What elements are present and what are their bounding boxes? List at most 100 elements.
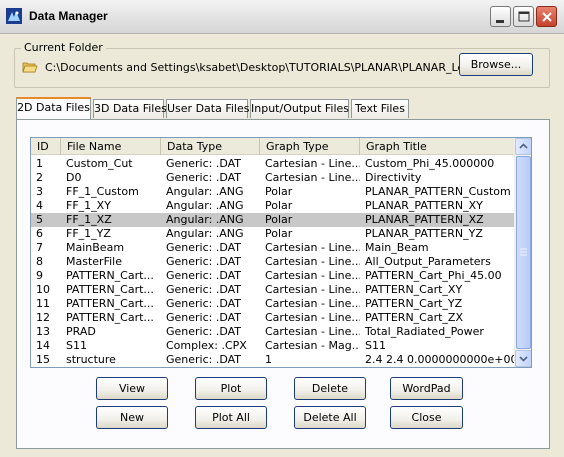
table-cell: 11 — [36, 297, 50, 310]
close-button[interactable]: Close — [390, 406, 463, 429]
plot-button[interactable]: Plot — [195, 377, 267, 400]
table-row[interactable]: 3 FF_1_Custom Angular: .ANG Polar PLANAR_PAT… — [31, 185, 515, 199]
table-cell: PATTERN_Cart_ZX — [365, 311, 463, 324]
vertical-scrollbar[interactable] — [514, 138, 531, 367]
wordpad-button[interactable]: WordPad — [390, 377, 463, 400]
table-cell: 12 — [36, 311, 50, 324]
plot-all-button[interactable]: Plot All — [195, 406, 267, 429]
table-cell: FF_1_XZ — [66, 213, 112, 226]
maximize-icon — [518, 11, 530, 22]
column-header-data-type[interactable]: Data Type — [161, 138, 260, 155]
table-cell: Angular: .ANG — [166, 227, 244, 240]
table-cell: Generic: .DAT — [166, 353, 242, 366]
table-cell: Cartesian - Line... — [265, 255, 360, 268]
table-cell: PATTERN_Cart... — [66, 297, 154, 310]
table-row[interactable]: 2 D0 Generic: .DAT Cartesian - Line... Direc… — [31, 171, 515, 185]
delete-button[interactable]: Delete — [294, 377, 366, 400]
table-cell: 14 — [36, 339, 50, 352]
arrow-up-icon — [519, 143, 528, 149]
table-row[interactable]: 8 MasterFile Generic: .DAT Cartesian - Line… — [31, 255, 515, 269]
column-header-graph-title[interactable]: Graph Title — [360, 138, 515, 155]
table-cell: 9 — [36, 269, 43, 282]
minimize-icon — [496, 20, 504, 23]
table-cell: 13 — [36, 325, 50, 338]
table-row[interactable]: 5 FF_1_XZ Angular: .ANG Polar PLANAR_PATTERN… — [31, 213, 515, 227]
table-cell: All_Output_Parameters — [365, 255, 491, 268]
table-cell: Cartesian - Line... — [265, 325, 360, 338]
table-cell: FF_1_Custom — [66, 185, 139, 198]
table-cell: Polar — [265, 213, 293, 226]
tab-text-files[interactable]: Text Files — [351, 99, 409, 118]
table-cell: Cartesian - Line... — [265, 171, 360, 184]
table-cell: Polar — [265, 185, 293, 198]
table-cell: Generic: .DAT — [166, 297, 242, 310]
table-row[interactable]: 7 MainBeam Generic: .DAT Cartesian - Line..… — [31, 241, 515, 255]
table-row[interactable]: 11 PATTERN_Cart... Generic: .DAT Cartesian … — [31, 297, 515, 311]
table-cell: PLANAR_PATTERN_XY — [365, 199, 483, 212]
arrow-down-icon — [519, 356, 528, 362]
table-row[interactable]: 10 PATTERN_Cart... Generic: .DAT Cartesian … — [31, 283, 515, 297]
table-cell: 1 — [36, 157, 43, 170]
data-files-list[interactable]: ID File Name Data Type Graph Type Graph … — [30, 137, 532, 368]
column-header-id[interactable]: ID — [31, 138, 61, 155]
table-cell: 2 — [36, 171, 43, 184]
tab-2d-data-files[interactable]: 2D Data Files — [16, 97, 91, 119]
tab-3d-data-files[interactable]: 3D Data Files — [93, 99, 167, 118]
table-cell: Angular: .ANG — [166, 213, 244, 226]
column-header-graph-type[interactable]: Graph Type — [260, 138, 360, 155]
table-cell: 6 — [36, 227, 43, 240]
table-cell: FF_1_YZ — [66, 227, 111, 240]
table-cell: Generic: .DAT — [166, 241, 242, 254]
tab-input-output-files[interactable]: Input/Output Files — [250, 99, 349, 118]
table-cell: MasterFile — [66, 255, 122, 268]
table-cell: Cartesian - Line... — [265, 283, 360, 296]
table-cell: PATTERN_Cart_XY — [365, 283, 463, 296]
table-cell: PLANAR_PATTERN_XZ — [365, 213, 484, 226]
table-cell: 5 — [36, 213, 43, 226]
table-cell: S11 — [365, 339, 386, 352]
table-cell: Total_Radiated_Power — [365, 325, 484, 338]
browse-button[interactable]: Browse... — [459, 53, 533, 76]
table-cell: 10 — [36, 283, 50, 296]
table-cell: Cartesian - Line... — [265, 157, 360, 170]
table-row[interactable]: 12 PATTERN_Cart... Generic: .DAT Cartesian … — [31, 311, 515, 325]
close-window-button[interactable] — [536, 6, 557, 27]
table-row[interactable]: 13 PRAD Generic: .DAT Cartesian - Line... To… — [31, 325, 515, 339]
table-cell: FF_1_XY — [66, 199, 111, 212]
table-cell: PATTERN_Cart... — [66, 283, 154, 296]
maximize-button[interactable] — [513, 6, 534, 27]
table-cell: 15 — [36, 353, 50, 366]
table-row[interactable]: 9 PATTERN_Cart... Generic: .DAT Cartesian -… — [31, 269, 515, 283]
table-row[interactable]: 14 S11 Complex: .CPX Cartesian - Mag... S11 — [31, 339, 515, 353]
table-cell: Cartesian - Line... — [265, 311, 360, 324]
table-row[interactable]: 1 Custom_Cut Generic: .DAT Cartesian - Line… — [31, 157, 515, 171]
minimize-button[interactable] — [490, 6, 511, 27]
title-bar[interactable]: Data Manager — [0, 0, 564, 34]
column-header-file-name[interactable]: File Name — [61, 138, 161, 155]
table-cell: Generic: .DAT — [166, 171, 242, 184]
table-cell: Generic: .DAT — [166, 283, 242, 296]
view-button[interactable]: View — [96, 377, 168, 400]
delete-all-button[interactable]: Delete All — [294, 406, 366, 429]
table-cell: Complex: .CPX — [166, 339, 247, 352]
table-cell: 4 — [36, 199, 43, 212]
table-row[interactable]: 6 FF_1_YZ Angular: .ANG Polar PLANAR_PATTERN… — [31, 227, 515, 241]
table-cell: Cartesian - Mag... — [265, 339, 360, 352]
table-cell: Polar — [265, 199, 293, 212]
scroll-up-button[interactable] — [515, 138, 531, 155]
table-cell: Generic: .DAT — [166, 325, 242, 338]
table-cell: 7 — [36, 241, 43, 254]
table-cell: MainBeam — [66, 241, 125, 254]
table-row[interactable]: 15 structure Generic: .DAT 1 2.4 2.4 0.00000… — [31, 353, 515, 367]
table-row[interactable]: 4 FF_1_XY Angular: .ANG Polar PLANAR_PATTERN… — [31, 199, 515, 213]
tab-user-data-files[interactable]: User Data Files — [166, 99, 249, 118]
scroll-down-button[interactable] — [515, 350, 531, 367]
table-cell: Cartesian - Line... — [265, 241, 360, 254]
table-cell: PATTERN_Cart... — [66, 269, 154, 282]
table-cell: Angular: .ANG — [166, 199, 244, 212]
scroll-thumb[interactable] — [516, 156, 531, 349]
new-button[interactable]: New — [96, 406, 168, 429]
table-cell: Cartesian - Line... — [265, 269, 360, 282]
current-folder-path: C:\Documents and Settings\ksabet\Desktop… — [45, 61, 497, 74]
table-cell: Generic: .DAT — [166, 269, 242, 282]
